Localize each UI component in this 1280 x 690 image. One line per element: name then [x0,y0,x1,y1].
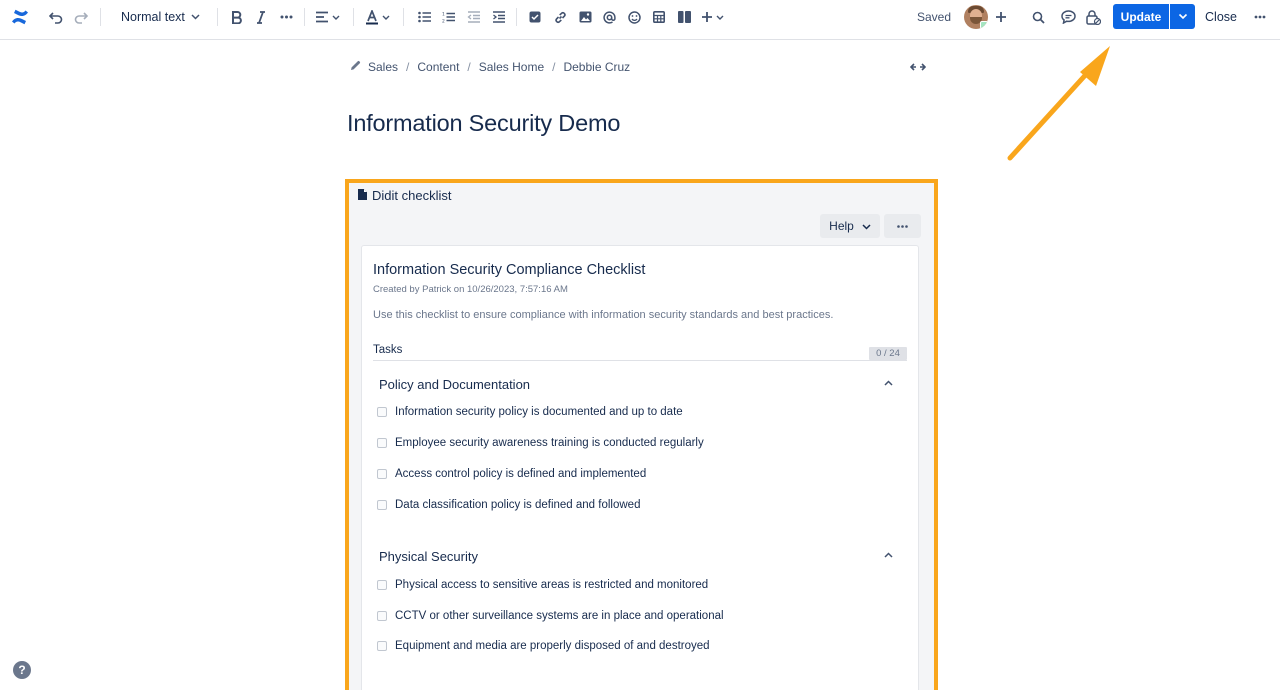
comment-icon[interactable] [1058,6,1078,28]
breadcrumb-sales[interactable]: Sales [368,60,398,74]
checklist-description: Use this checklist to ensure compliance … [373,309,834,321]
italic-icon[interactable] [252,6,270,28]
task-checkbox[interactable] [377,580,387,590]
task-checkbox[interactable] [377,438,387,448]
editor-toolbar: Normal text 12 Saved Update Close [0,0,1280,40]
task-label: CCTV or other surveillance systems are i… [395,610,724,622]
tasks-label: Tasks [373,344,403,356]
task-label: Information security policy is documente… [395,406,683,418]
checklist-item[interactable]: Information security policy is documente… [377,404,683,420]
breadcrumb-debbie-cruz[interactable]: Debbie Cruz [563,60,630,74]
section-title-policy-documentation[interactable]: Policy and Documentation [379,377,530,392]
emoji-icon[interactable] [625,6,643,28]
mention-icon[interactable] [600,6,618,28]
edit-pencil-icon [350,60,361,74]
task-checkbox[interactable] [377,611,387,621]
text-style-label: Normal text [121,10,185,24]
svg-text:1: 1 [442,12,445,18]
tasks-progress-counter: 0 / 24 [869,347,907,360]
macro-more-button[interactable] [884,214,921,238]
help-question-icon[interactable]: ? [13,661,31,679]
didit-checklist-macro[interactable]: Didit checklist Help Information Securit… [345,179,938,690]
breadcrumb: Sales / Content / Sales Home / Debbie Cr… [350,58,630,76]
align-dropdown[interactable] [314,6,342,28]
chevron-down-icon [191,14,200,20]
bold-icon[interactable] [227,6,245,28]
confluence-logo-icon[interactable] [9,6,31,28]
update-options-button[interactable] [1170,4,1195,29]
chevron-down-icon [862,219,871,233]
full-width-toggle-icon[interactable] [909,59,927,75]
task-label: Data classification policy is defined an… [395,499,641,511]
close-button[interactable]: Close [1199,4,1243,29]
more-formatting-icon[interactable] [277,6,295,28]
task-checkbox[interactable] [377,500,387,510]
macro-name: Didit checklist [372,188,452,203]
task-label: Equipment and media are properly dispose… [395,640,710,652]
checklist-item[interactable]: Equipment and media are properly dispose… [377,638,710,654]
help-label: Help [829,219,854,233]
breadcrumb-separator: / [552,60,556,74]
insert-more-dropdown[interactable] [700,6,726,28]
checklist-created-meta: Created by Patrick on 10/26/2023, 7:57:1… [373,284,568,295]
annotation-arrow-icon [1007,46,1110,161]
toolbar-divider [217,8,218,26]
collapse-chevron-up-icon[interactable] [881,376,895,390]
toolbar-divider [304,8,305,26]
toolbar-divider [403,8,404,26]
toolbar-divider [100,8,101,26]
redo-icon[interactable] [71,6,91,28]
collapse-chevron-up-icon[interactable] [881,548,895,562]
toolbar-divider [516,8,517,26]
save-status: Saved [916,10,952,24]
task-label: Physical access to sensitive areas is re… [395,579,709,591]
breadcrumb-sales-home[interactable]: Sales Home [479,60,544,74]
text-style-dropdown[interactable]: Normal text [112,6,204,28]
document-icon [358,188,367,203]
outdent-icon[interactable] [464,6,482,28]
toolbar-divider [353,8,354,26]
update-button[interactable]: Update [1113,4,1169,29]
link-icon[interactable] [551,6,569,28]
task-checkbox[interactable] [377,469,387,479]
help-dropdown-button[interactable]: Help [820,214,880,238]
restrictions-lock-icon[interactable] [1083,6,1103,28]
checklist-item[interactable]: Data classification policy is defined an… [377,497,640,513]
invite-plus-icon[interactable] [992,6,1010,28]
svg-text:2: 2 [442,19,445,24]
tasks-divider [373,360,907,361]
image-icon[interactable] [576,6,594,28]
task-label: Access control policy is defined and imp… [395,468,647,480]
numbered-list-icon[interactable]: 12 [439,6,457,28]
breadcrumb-separator: / [467,60,471,74]
checklist-item[interactable]: Physical access to sensitive areas is re… [377,577,708,593]
layouts-icon[interactable] [675,6,693,28]
chevron-down-icon [1178,13,1187,20]
table-icon[interactable] [650,6,668,28]
breadcrumb-separator: / [406,60,410,74]
more-icon [897,224,908,228]
task-label: Employee security awareness training is … [395,437,704,449]
text-color-dropdown[interactable] [364,6,392,28]
breadcrumb-content[interactable]: Content [417,60,459,74]
page-title[interactable]: Information Security Demo [347,110,620,137]
checklist-item[interactable]: Employee security awareness training is … [377,435,704,451]
checklist-card: Information Security Compliance Checklis… [361,245,919,690]
task-checkbox[interactable] [377,641,387,651]
checklist-item[interactable]: Access control policy is defined and imp… [377,466,646,482]
checklist-title: Information Security Compliance Checklis… [373,262,646,278]
find-replace-icon[interactable] [1029,6,1047,28]
more-actions-icon[interactable] [1251,6,1269,28]
avatar[interactable] [964,5,988,29]
bullet-list-icon[interactable] [415,6,433,28]
checklist-item[interactable]: CCTV or other surveillance systems are i… [377,608,724,624]
action-item-icon[interactable] [526,6,544,28]
section-title-physical-security[interactable]: Physical Security [379,549,478,564]
indent-icon[interactable] [489,6,507,28]
macro-header: Didit checklist [358,188,451,203]
undo-icon[interactable] [46,6,66,28]
task-checkbox[interactable] [377,407,387,417]
